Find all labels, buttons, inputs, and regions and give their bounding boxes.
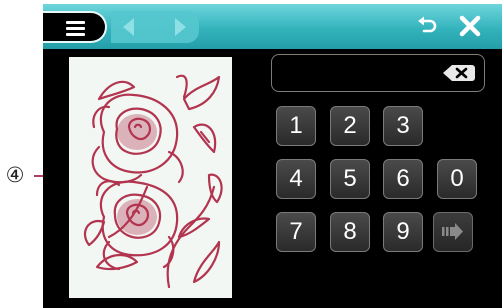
key-2[interactable]: 2 (330, 106, 370, 146)
menu-button[interactable] (43, 11, 107, 43)
key-9[interactable]: 9 (383, 212, 423, 252)
key-0[interactable]: 0 (437, 159, 477, 199)
callout-number: ④ (5, 163, 25, 187)
undo-icon[interactable] (415, 14, 439, 38)
top-toolbar (43, 4, 502, 49)
arrow-left-icon[interactable] (123, 18, 134, 36)
backspace-icon[interactable] (442, 64, 476, 82)
rose-design-image (83, 74, 223, 289)
hamburger-menu-icon (66, 21, 85, 24)
embroidery-preview (69, 57, 232, 298)
device-screen: 1 2 3 4 5 6 0 7 8 9 (43, 4, 502, 308)
set-arrow-icon (442, 223, 463, 240)
close-icon[interactable] (457, 13, 483, 39)
key-7[interactable]: 7 (276, 212, 316, 252)
hamburger-menu-icon-bar (66, 27, 85, 30)
hamburger-menu-icon-bar (66, 33, 85, 36)
arrow-right-icon[interactable] (175, 18, 186, 36)
number-entry-field[interactable] (271, 54, 485, 92)
key-6[interactable]: 6 (383, 159, 423, 199)
key-8[interactable]: 8 (330, 212, 370, 252)
key-4[interactable]: 4 (276, 159, 316, 199)
set-button[interactable] (433, 212, 473, 252)
key-5[interactable]: 5 (330, 159, 370, 199)
key-3[interactable]: 3 (383, 106, 423, 146)
key-1[interactable]: 1 (276, 106, 316, 146)
